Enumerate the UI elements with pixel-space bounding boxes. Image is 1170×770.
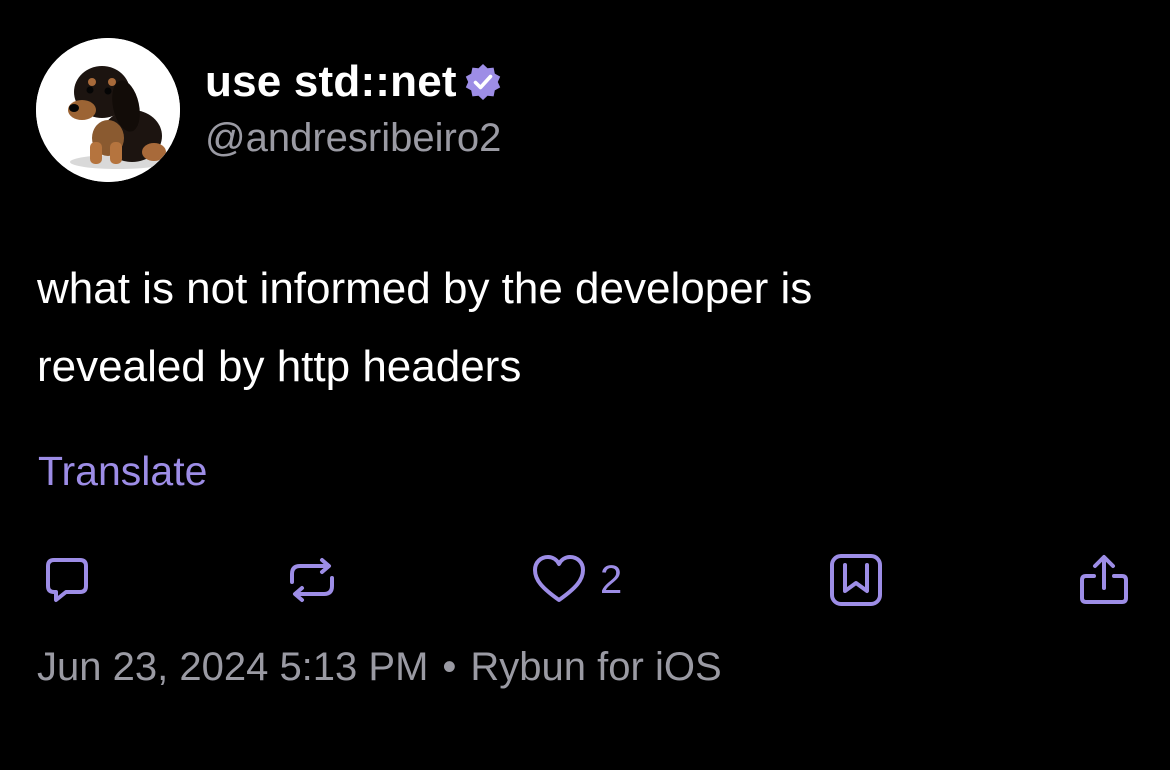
meta-separator: • [442,645,457,689]
like-icon [533,555,585,602]
repost-icon [290,558,334,602]
translate-link[interactable]: Translate [38,448,207,495]
repost-button[interactable] [284,550,340,610]
author-row[interactable]: use std::net [205,54,503,110]
action-bar: 2 [0,550,1170,610]
share-button[interactable] [1076,550,1132,610]
post-date: Jun 23, 2024 [37,645,269,689]
verified-badge-icon [463,62,503,102]
avatar[interactable] [36,38,180,182]
like-count: 2 [600,557,623,602]
post-client[interactable]: Rybun for iOS [470,645,721,689]
reply-button[interactable] [38,550,94,610]
bookmark-button[interactable] [828,550,884,610]
post-text-line: what is not informed by the developer is [37,264,813,313]
display-name[interactable]: use std::net [205,57,457,107]
post-time: 5:13 PM [279,645,429,689]
post-meta: Jun 23, 2024 5:13 PM • Rybun for iOS [37,645,722,690]
bookmark-icon [830,554,882,606]
dachshund-puppy-image [36,38,180,182]
post-text: what is not informed by the developer is… [37,250,1037,406]
author-handle[interactable]: @andresribeiro2 [205,116,501,161]
reply-icon [46,558,88,602]
like-button[interactable]: 2 [530,550,622,610]
share-icon [1080,555,1128,604]
post-text-line: revealed by http headers [37,342,522,391]
